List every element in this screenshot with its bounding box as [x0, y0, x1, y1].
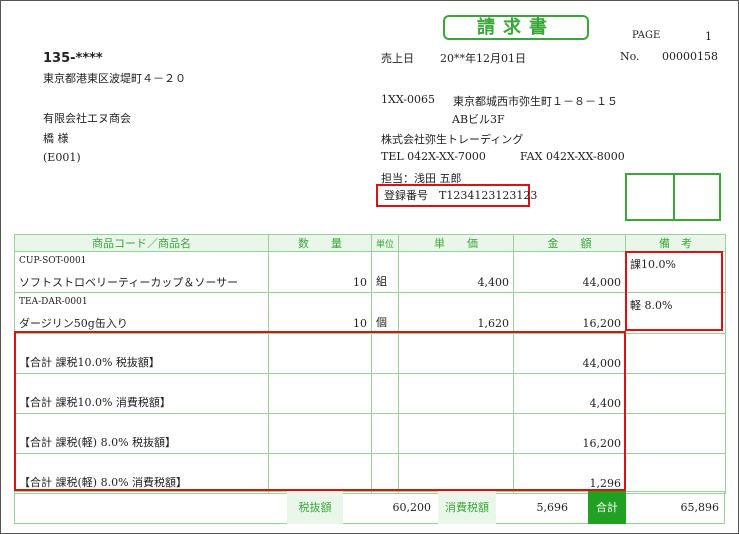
- tax-summary-highlight: [14, 331, 626, 491]
- page-number: 1: [705, 30, 712, 43]
- sales-date: 20**年12月01日: [440, 52, 526, 65]
- item-amount: 16,200: [513, 292, 626, 334]
- table-row: TEA-DAR-0001 ダージリン50g缶入り 10 個 1,620 16,20…: [14, 292, 726, 334]
- header-price: 単 価: [398, 234, 514, 252]
- item-price: 4,400: [398, 251, 514, 293]
- issuer-address: 東京都城西市弥生町１－８－１５: [453, 95, 618, 108]
- item-qty: 10: [268, 292, 372, 334]
- total-amount: 65,896: [680, 501, 720, 514]
- page-label: PAGE: [632, 30, 661, 41]
- tax-amount: 5,696: [536, 501, 569, 514]
- issuer-zip: 1XX-0065: [381, 93, 435, 106]
- item-amount: 44,000: [513, 251, 626, 293]
- invoice-no: 00000158: [662, 50, 718, 63]
- header-amount: 金 額: [513, 234, 626, 252]
- customer-code: (E001): [43, 151, 81, 164]
- item-qty: 10: [268, 251, 372, 293]
- item-unit: 組: [371, 251, 399, 293]
- issuer-building: ABビル3F: [452, 113, 505, 126]
- customer-zip: 135-****: [43, 51, 103, 66]
- header-unit: 単位: [371, 234, 399, 252]
- total-label: 合計: [588, 491, 626, 524]
- table-header: 商品コード／商品名 数 量 単位 単 価 金 額 備 考: [14, 234, 726, 252]
- item-name: ソフトストロベリーティーカップ＆ソーサー: [19, 276, 239, 289]
- table-row: CUP-SOT-0001 ソフトストロベリーティーカップ＆ソーサー 10 組 4,…: [14, 251, 726, 293]
- invoice-title: 請求書: [443, 15, 589, 40]
- customer-company: 有限会社エヌ商会: [43, 112, 131, 125]
- item-unit: 個: [371, 292, 399, 334]
- header-qty: 数 量: [268, 234, 372, 252]
- header-note: 備 考: [625, 234, 726, 252]
- invoice-no-label: No.: [620, 50, 640, 63]
- stamp-divider: [673, 175, 675, 219]
- tax-label: 消費税額: [438, 491, 496, 524]
- header-product: 商品コード／商品名: [14, 234, 269, 252]
- item-name: ダージリン50g缶入り: [19, 317, 128, 330]
- customer-person: 橋 様: [43, 132, 69, 145]
- pretax-amount: 60,200: [392, 501, 432, 514]
- item-code: CUP-SOT-0001: [19, 256, 87, 266]
- registration-number: 登録番号 T1234123123123: [376, 184, 537, 207]
- issuer-fax: FAX 042X-XX-8000: [520, 150, 625, 163]
- tax-rate-highlight: [625, 251, 723, 331]
- issuer-tel: TEL 042X-XX-7000: [381, 150, 486, 163]
- item-code: TEA-DAR-0001: [19, 297, 88, 307]
- pretax-label: 税抜額: [287, 491, 343, 524]
- issuer-company: 株式会社弥生トレーディング: [381, 133, 524, 146]
- date-label: 売上日: [381, 52, 414, 65]
- customer-address: 東京都港東区波堤町４－２０: [43, 72, 186, 85]
- item-price: 1,620: [398, 292, 514, 334]
